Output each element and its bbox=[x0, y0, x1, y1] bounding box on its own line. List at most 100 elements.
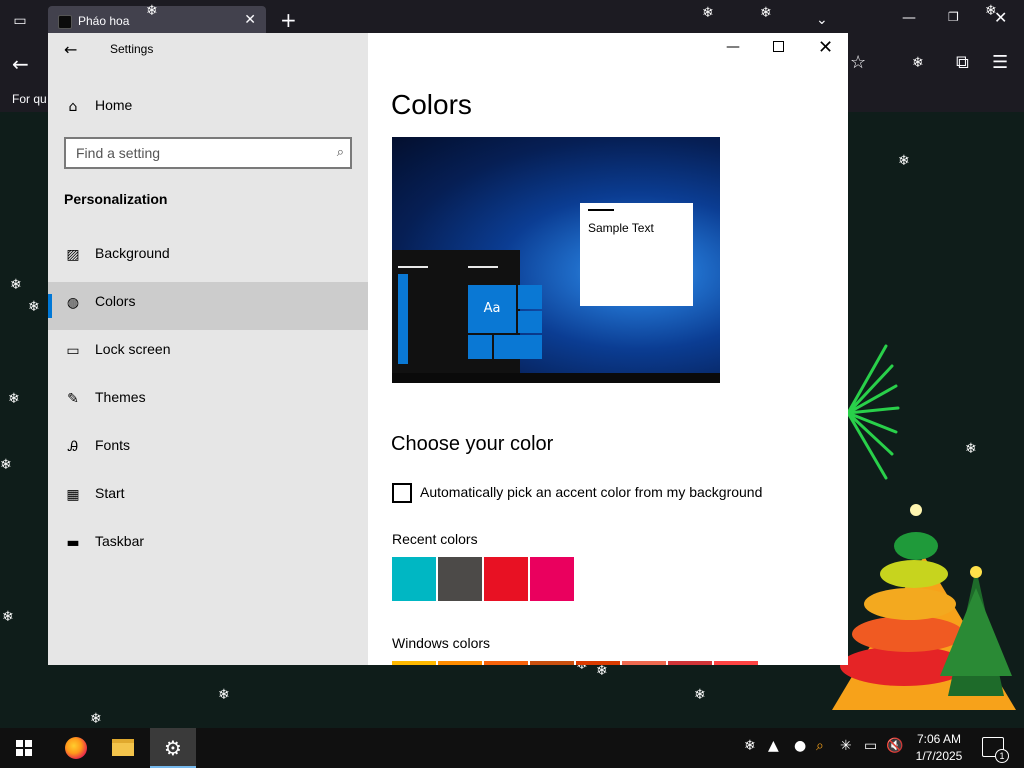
sparkle-icon[interactable]: ✳ bbox=[840, 738, 852, 754]
sidebar-item-lock-screen[interactable]: ▭ Lock screen bbox=[48, 330, 368, 378]
sidebar-item-fonts[interactable]: Ꭿ Fonts bbox=[48, 426, 368, 474]
app-tray-icon[interactable]: ▲ bbox=[768, 738, 779, 754]
notification-icon[interactable]: 1 bbox=[982, 737, 1009, 763]
new-tab-button[interactable]: + bbox=[280, 10, 297, 30]
section-title: Choose your color bbox=[391, 433, 554, 455]
sidebar-item-label: Taskbar bbox=[95, 533, 145, 549]
taskbar-firefox[interactable] bbox=[52, 728, 98, 768]
snowflake-icon: ❄ bbox=[8, 391, 20, 407]
window-title: Settings bbox=[110, 42, 154, 56]
snowflake-tray-icon[interactable]: ❄ bbox=[744, 738, 756, 754]
section-heading: Personalization bbox=[64, 191, 168, 207]
bookmark-item[interactable]: For qu bbox=[12, 92, 47, 106]
recent-color-swatch[interactable] bbox=[438, 557, 482, 601]
windows-color-swatch[interactable] bbox=[714, 661, 758, 665]
recent-color-swatch[interactable] bbox=[392, 557, 436, 601]
snowflake-icon: ❄ bbox=[760, 5, 772, 21]
snowflake-icon: ❄ bbox=[0, 457, 12, 473]
windows-color-swatch[interactable] bbox=[438, 661, 482, 665]
hamburger-menu-icon[interactable]: ☰ bbox=[992, 52, 1008, 73]
snowflake-icon: ❄ bbox=[218, 687, 230, 703]
network-icon[interactable]: ▭ bbox=[864, 738, 877, 754]
clock-date: 1/7/2025 bbox=[915, 749, 963, 763]
volume-muted-icon[interactable]: 🔇 bbox=[886, 738, 903, 754]
snowflake-icon: ❄ bbox=[146, 3, 158, 19]
windows-color-swatch[interactable] bbox=[530, 661, 574, 665]
firework-decoration bbox=[846, 344, 900, 480]
christmas-tree-decoration bbox=[832, 504, 1016, 710]
browser-minimize-icon[interactable]: — bbox=[902, 10, 916, 26]
chevron-down-icon[interactable]: ⌄ bbox=[816, 12, 828, 28]
snowflake-icon: ❄ bbox=[596, 663, 608, 679]
recent-color-swatch[interactable] bbox=[530, 557, 574, 601]
preview-tile bbox=[398, 274, 408, 364]
tab-close-icon[interactable]: ✕ bbox=[244, 12, 256, 28]
windows-color-swatch[interactable] bbox=[392, 661, 436, 665]
preview-line bbox=[468, 266, 498, 268]
preview-line bbox=[588, 209, 614, 211]
snowflake-icon: ❄ bbox=[694, 687, 706, 703]
sidebar-item-label: Themes bbox=[95, 389, 146, 405]
extensions-icon[interactable]: ⧉ bbox=[956, 52, 969, 73]
settings-window: ← Settings ⌂ Home Find a setting ⌕ Perso… bbox=[48, 33, 848, 665]
start-button[interactable] bbox=[0, 728, 48, 768]
back-arrow-icon[interactable]: ← bbox=[64, 40, 77, 59]
gear-icon: ⚙ bbox=[164, 736, 182, 760]
windows-color-swatch[interactable] bbox=[622, 661, 666, 665]
browser-restore-icon[interactable]: ❐ bbox=[948, 10, 962, 24]
minimize-icon[interactable]: — bbox=[726, 39, 740, 55]
preview-tile bbox=[494, 335, 542, 359]
taskbar: ⚙ ❄ ▲ ● ⌕ ✳ ▭ 🔇 7:06 AM 1/7/2025 1 bbox=[0, 728, 1024, 768]
brush-icon: ✎ bbox=[67, 391, 79, 407]
close-icon[interactable]: ✕ bbox=[818, 37, 833, 58]
sidebar-item-label: Lock screen bbox=[95, 341, 171, 357]
windows-color-swatch[interactable] bbox=[668, 661, 712, 665]
page-title: Colors bbox=[391, 89, 472, 120]
droplet-icon[interactable]: ● bbox=[794, 738, 806, 754]
search-icon: ⌕ bbox=[336, 145, 344, 160]
preview-start-menu: Aa bbox=[392, 250, 542, 373]
search-input[interactable]: Find a setting ⌕ bbox=[64, 137, 352, 169]
maximize-icon[interactable] bbox=[773, 41, 784, 52]
search-tray-icon[interactable]: ⌕ bbox=[816, 738, 824, 754]
sidebar-item-label: Fonts bbox=[95, 437, 131, 453]
browser-back-icon[interactable]: ← bbox=[12, 52, 29, 76]
sidebar-item-label: Colors bbox=[95, 293, 136, 309]
sidebar-item-home[interactable]: ⌂ Home bbox=[48, 86, 368, 126]
color-preview: Aa Sample Text bbox=[392, 137, 720, 383]
taskbar-file-explorer[interactable] bbox=[100, 728, 146, 768]
taskbar-settings[interactable]: ⚙ bbox=[150, 728, 196, 768]
font-icon: Ꭿ bbox=[67, 439, 79, 455]
recent-color-swatch[interactable] bbox=[484, 557, 528, 601]
snowflake-icon: ❄ bbox=[10, 277, 22, 293]
windows-color-swatch[interactable] bbox=[484, 661, 528, 665]
clock-time: 7:06 AM bbox=[916, 732, 962, 746]
lock-screen-icon: ▭ bbox=[66, 343, 80, 359]
sidebar-item-start[interactable]: ▦ Start bbox=[48, 474, 368, 522]
windows-color-swatch[interactable] bbox=[576, 661, 620, 665]
clock[interactable]: 7:06 AM 1/7/2025 bbox=[908, 731, 970, 765]
picture-icon: ▨ bbox=[66, 247, 80, 263]
notification-count: 1 bbox=[995, 749, 1009, 763]
star-icon[interactable]: ☆ bbox=[850, 52, 866, 73]
preview-sample-text: Sample Text bbox=[588, 221, 654, 235]
snowflake-icon: ❄ bbox=[912, 55, 924, 71]
sidebar-item-taskbar[interactable]: ▬ Taskbar bbox=[48, 522, 368, 570]
preview-tile bbox=[518, 311, 542, 333]
home-icon: ⌂ bbox=[68, 99, 78, 115]
sidebar-item-label: Start bbox=[95, 485, 125, 501]
sidebar-item-colors[interactable]: ◍ Colors bbox=[48, 282, 368, 330]
snowflake-icon: ❄ bbox=[2, 609, 14, 625]
auto-accent-label[interactable]: Automatically pick an accent color from … bbox=[420, 484, 762, 500]
tab-list-icon[interactable]: ▭ bbox=[10, 11, 30, 31]
settings-content: — ✕ Colors Aa Sample Text Choose your co… bbox=[368, 33, 848, 665]
selection-indicator bbox=[48, 294, 52, 318]
folder-icon bbox=[112, 739, 134, 756]
sidebar-item-background[interactable]: ▨ Background bbox=[48, 234, 368, 282]
preview-line bbox=[398, 266, 428, 268]
palette-icon: ◍ bbox=[66, 295, 80, 311]
auto-accent-checkbox[interactable] bbox=[392, 483, 412, 503]
sidebar-item-themes[interactable]: ✎ Themes bbox=[48, 378, 368, 426]
tab-favicon bbox=[58, 15, 72, 29]
tab-title: Pháo hoa bbox=[78, 14, 130, 28]
